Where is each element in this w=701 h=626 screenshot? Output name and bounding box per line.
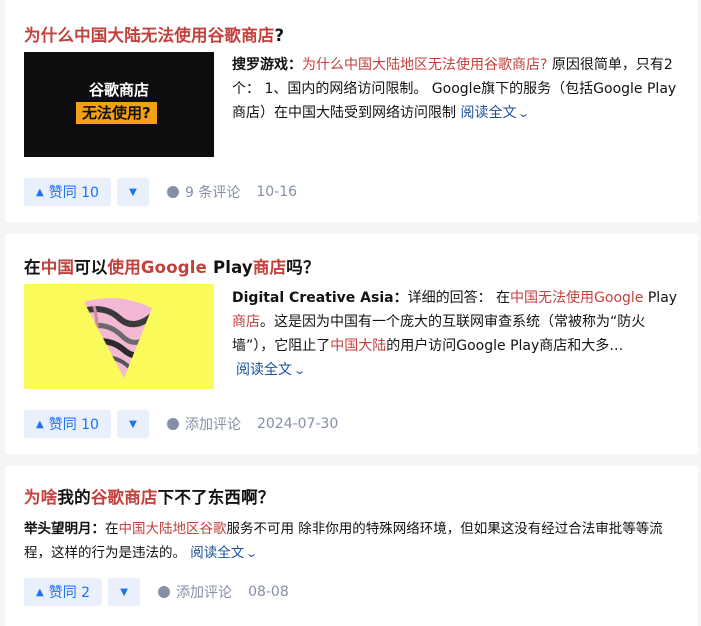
- comment-button[interactable]: 添加评论: [166, 414, 241, 434]
- title-fragment[interactable]: ?: [275, 26, 285, 45]
- excerpt-fragment: 中国无法使用Google: [510, 290, 644, 306]
- read-more-label[interactable]: 阅读全文: [236, 362, 292, 378]
- upvote-button[interactable]: ▲ 赞同 10: [24, 178, 111, 206]
- result-thumbnail[interactable]: 谷歌商店 无法使用?: [24, 52, 214, 157]
- comment-label: 9 条评论: [184, 185, 241, 201]
- upvote-button[interactable]: ▲ 赞同 2: [24, 578, 103, 606]
- triangle-down-icon: ▼: [129, 418, 137, 430]
- title-fragment[interactable]: 谷歌商店: [91, 488, 158, 507]
- triangle-down-icon: ▼: [120, 586, 128, 598]
- excerpt-fragment: 为什么中国大陆地区无法使用谷歌商店?: [302, 57, 548, 73]
- author-name[interactable]: 搜罗游戏: [232, 57, 288, 73]
- read-more-label[interactable]: 阅读全文: [190, 545, 244, 561]
- author-name[interactable]: 举头望明月: [24, 521, 92, 537]
- excerpt-fragment: Play: [643, 290, 678, 306]
- excerpt-fragment: 中国大陆: [330, 338, 387, 354]
- chevron-down-icon: ⌄: [517, 107, 531, 120]
- triangle-up-icon: ▲: [36, 586, 44, 598]
- upvote-label: 赞同 2: [48, 585, 91, 601]
- title-fragment[interactable]: 在: [24, 258, 41, 277]
- result-date: 08-08: [248, 584, 289, 600]
- title-fragment[interactable]: 为啥: [24, 488, 57, 507]
- downvote-button[interactable]: ▼: [116, 410, 149, 438]
- title-fragment[interactable]: Play: [207, 258, 253, 277]
- search-result-card: 在中国可以使用Google Play商店吗？ Digital Creative …: [5, 234, 698, 454]
- triangle-down-icon: ▼: [129, 186, 137, 198]
- action-bar: ▲ 赞同 10 ▼ 9 条评论 10-16: [24, 178, 297, 206]
- result-excerpt: Digital Creative Asia：详细的回答： 在中国无法使用Goog…: [232, 286, 680, 383]
- search-result-card: 为什么中国大陆无法使用谷歌商店? 谷歌商店 无法使用? 搜罗游戏：为什么中国大陆…: [5, 0, 698, 222]
- result-title[interactable]: 在中国可以使用Google Play商店吗？: [24, 256, 320, 280]
- excerpt-fragment: 的用户访问Google Play商店和大多…: [386, 338, 624, 354]
- title-fragment[interactable]: 可以: [74, 258, 107, 277]
- title-fragment[interactable]: 商店: [253, 258, 286, 277]
- read-more-link[interactable]: 阅读全文⌄: [460, 105, 530, 121]
- title-fragment[interactable]: 吗？: [286, 258, 319, 277]
- result-thumbnail[interactable]: [24, 284, 214, 389]
- result-title[interactable]: 为啥我的谷歌商店下不了东西啊？: [24, 486, 275, 510]
- comment-label: 添加评论: [176, 585, 233, 601]
- downvote-button[interactable]: ▼: [108, 578, 141, 606]
- title-fragment[interactable]: 使用Google: [108, 258, 207, 277]
- excerpt-fragment: 在: [105, 521, 119, 537]
- title-fragment[interactable]: 我的: [57, 488, 90, 507]
- result-excerpt: 搜罗游戏：为什么中国大陆地区无法使用谷歌商店? 原因很简单，只有2个： 1、国内…: [232, 53, 680, 126]
- excerpt-fragment: 中国大陆地区谷歌: [118, 521, 227, 537]
- action-bar: ▲ 赞同 2 ▼ 添加评论 08-08: [24, 578, 289, 606]
- title-fragment[interactable]: 中国: [41, 258, 74, 277]
- read-more-link[interactable]: 阅读全文⌄: [190, 545, 258, 561]
- excerpt-fragment: 商店: [232, 314, 260, 330]
- abstract-art-icon: [84, 298, 152, 378]
- comment-button[interactable]: 添加评论: [158, 582, 232, 602]
- result-excerpt: 举头望明月：在中国大陆地区谷歌服务不可用 除非你用的特殊网络环境，但如果这没有经…: [24, 517, 684, 566]
- downvote-button[interactable]: ▼: [116, 178, 149, 206]
- comment-bubble-icon: [166, 186, 179, 198]
- thumbnail-caption: 谷歌商店: [88, 81, 149, 99]
- upvote-button[interactable]: ▲ 赞同 10: [24, 410, 111, 438]
- result-title[interactable]: 为什么中国大陆无法使用谷歌商店?: [24, 24, 284, 48]
- action-bar: ▲ 赞同 10 ▼ 添加评论 2024-07-30: [24, 410, 338, 438]
- upvote-label: 赞同 10: [48, 185, 99, 201]
- comment-label: 添加评论: [184, 417, 241, 433]
- comment-bubble-icon: [158, 586, 171, 598]
- read-more-link[interactable]: 阅读全文⌄: [236, 362, 306, 378]
- triangle-up-icon: ▲: [36, 418, 44, 430]
- comment-button[interactable]: 9 条评论: [166, 182, 241, 202]
- chevron-down-icon: ⌄: [245, 547, 259, 560]
- read-more-label[interactable]: 阅读全文: [460, 105, 516, 121]
- comment-bubble-icon: [166, 418, 179, 430]
- search-result-card: 为啥我的谷歌商店下不了东西啊？ 举头望明月：在中国大陆地区谷歌服务不可用 除非你…: [5, 466, 698, 626]
- triangle-up-icon: ▲: [36, 186, 44, 198]
- result-date: 2024-07-30: [256, 416, 339, 432]
- thumbnail-badge: 无法使用?: [76, 102, 157, 124]
- result-date: 10-16: [256, 184, 298, 200]
- chevron-down-icon: ⌄: [293, 364, 307, 377]
- author-name[interactable]: Digital Creative Asia: [232, 290, 394, 306]
- excerpt-fragment: 详细的回答： 在: [407, 290, 511, 306]
- upvote-label: 赞同 10: [48, 417, 99, 433]
- title-fragment[interactable]: 为什么中国大陆无法使用谷歌商店: [24, 26, 275, 45]
- title-fragment[interactable]: 下不了东西啊？: [158, 488, 275, 507]
- read-more-row: 阅读全文⌄: [232, 358, 680, 383]
